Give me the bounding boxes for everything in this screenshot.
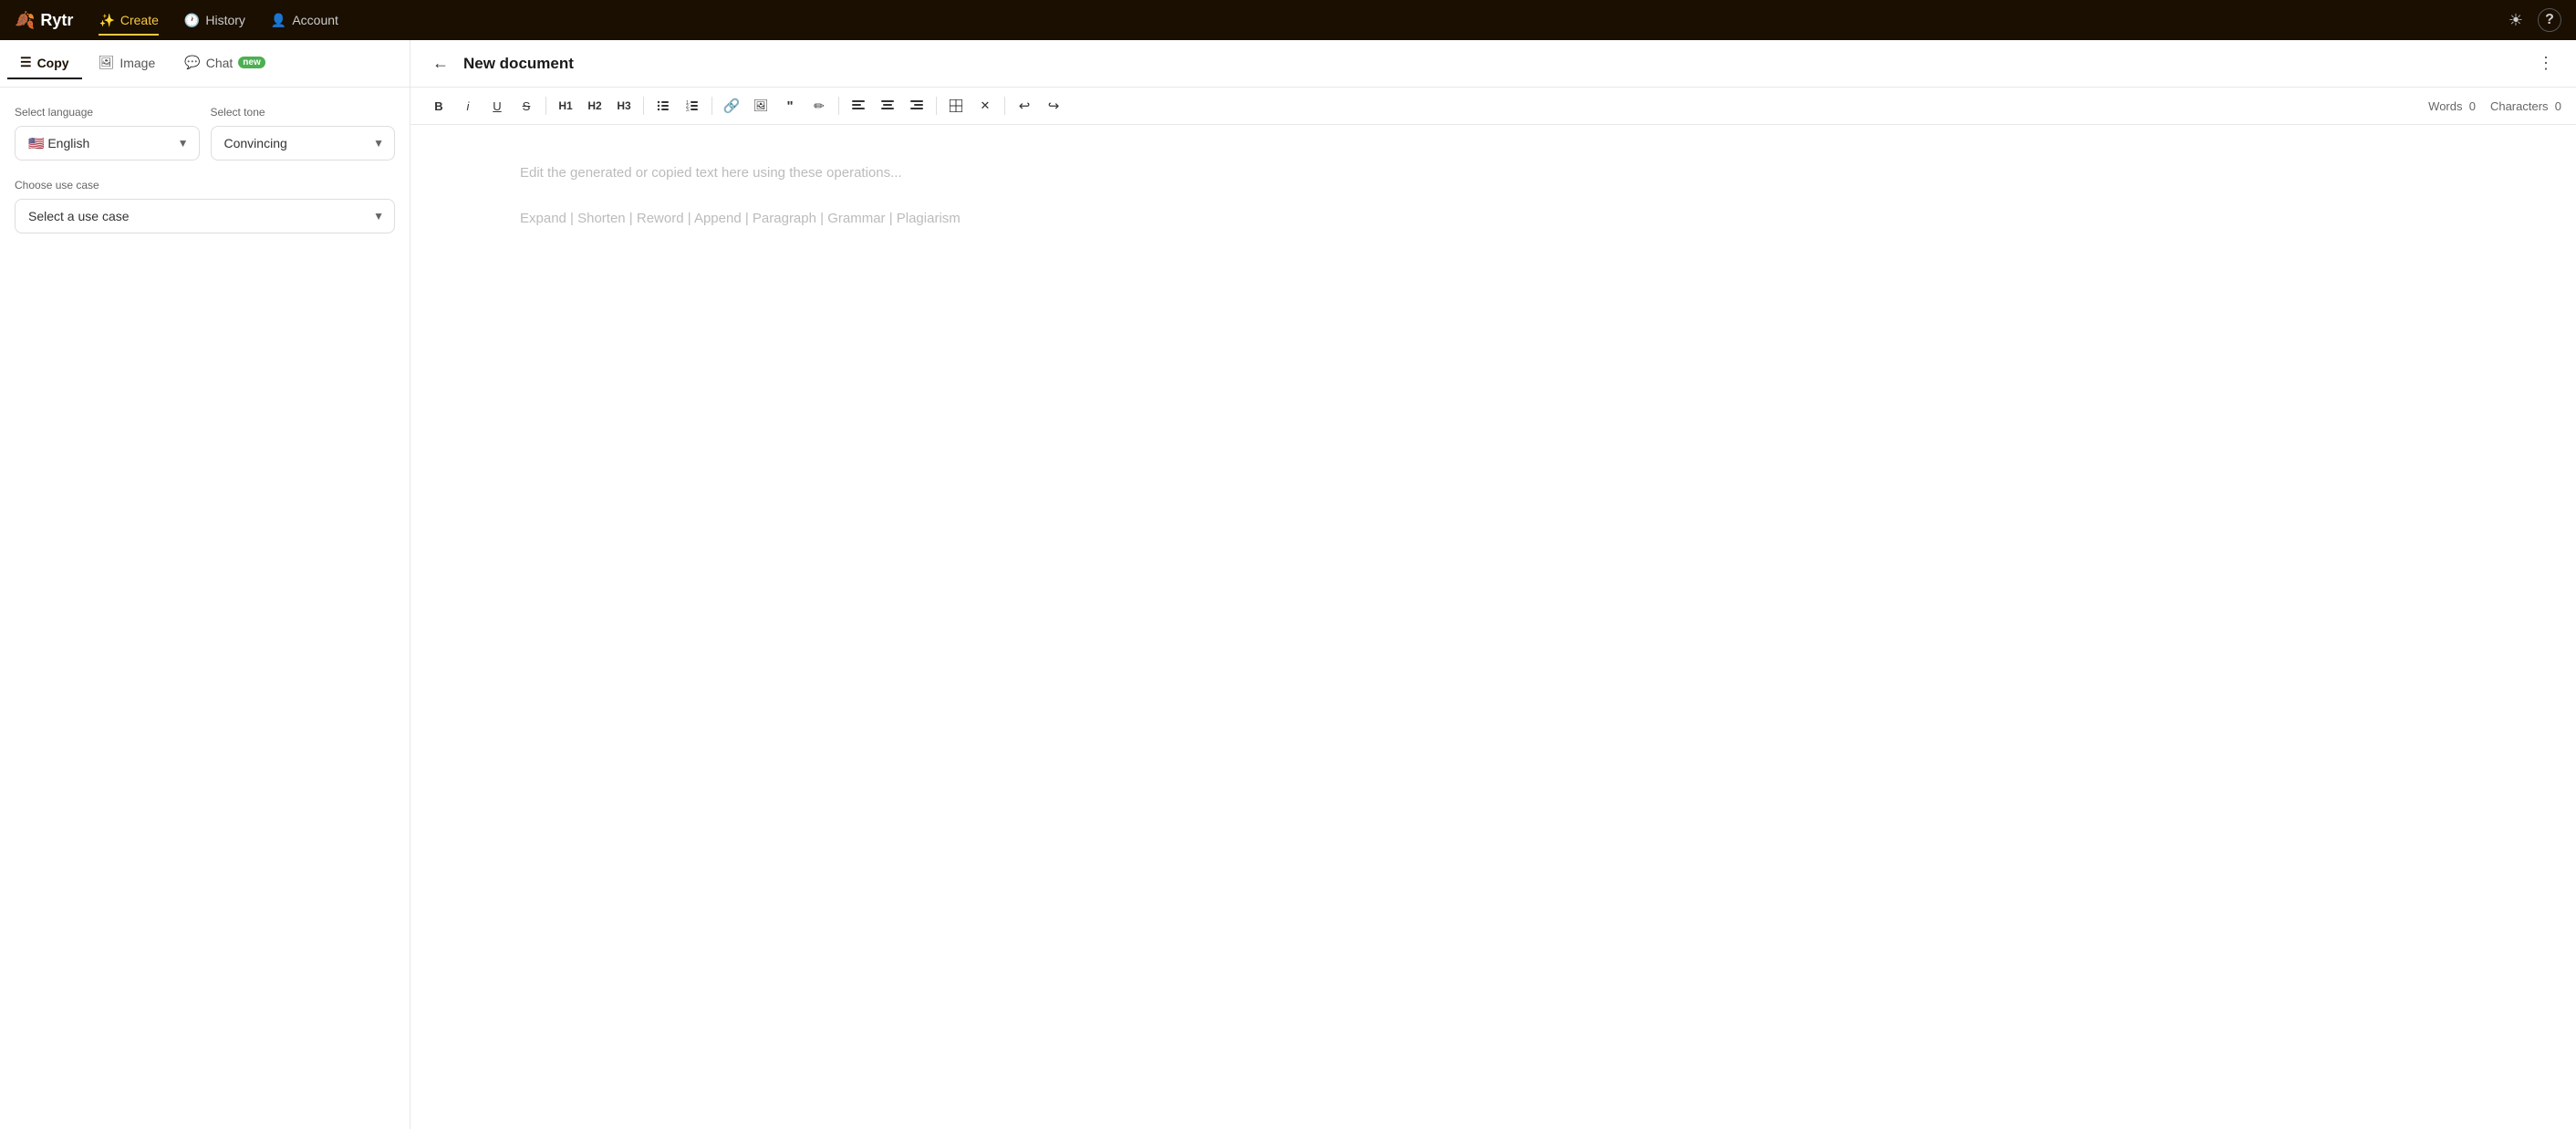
sidebar-tabs: ☰ Copy 🖼 Image 💬 Chat new [0,40,410,88]
table-button[interactable] [942,93,970,119]
link-button[interactable]: 🔗 [718,93,745,119]
nav-account-label: Account [292,13,338,27]
tone-group: Select tone Convincing ▼ [211,106,396,161]
h2-button[interactable]: H2 [581,93,608,119]
words-label: Words [2428,99,2462,113]
nav-create-label: Create [120,13,159,27]
align-left-button[interactable] [845,93,872,119]
tone-select-wrapper: Convincing ▼ [211,126,396,161]
history-icon: 🕐 [184,13,200,28]
undo-button[interactable]: ↩ [1011,93,1038,119]
brand-logo[interactable]: 🍂 Rytr [15,11,73,30]
ordered-list-button[interactable]: 1.2.3. [679,93,706,119]
italic-button[interactable]: i [454,93,482,119]
align-right-button[interactable] [903,93,930,119]
h1-button[interactable]: H1 [552,93,579,119]
use-case-label: Choose use case [15,179,395,192]
use-case-select-wrapper: Select a use case ▼ [15,199,395,233]
redo-button[interactable]: ↪ [1040,93,1067,119]
tone-select[interactable]: Convincing [211,126,396,161]
svg-text:3.: 3. [686,108,690,112]
sidebar: ☰ Copy 🖼 Image 💬 Chat new Select languag… [0,40,410,1129]
main-layout: ☰ Copy 🖼 Image 💬 Chat new Select languag… [0,40,2576,1129]
help-button[interactable]: ? [2538,8,2561,32]
editor-header: ← New document ⋮ [410,40,2576,88]
nav-history[interactable]: 🕐 History [173,7,256,34]
create-icon: ✨ [99,13,114,28]
tab-image-label: Image [119,56,155,70]
topnav-right: ☀ ? [2505,7,2561,34]
toolbar-sep-5 [936,97,937,115]
copy-tab-icon: ☰ [20,55,32,70]
language-group: Select language 🇺🇸 English ▼ [15,106,200,161]
bold-button[interactable]: B [425,93,452,119]
image-tab-icon: 🖼 [99,55,115,70]
clear-format-button[interactable]: ✕ [971,93,999,119]
editor-placeholder-main: Edit the generated or copied text here u… [520,161,2467,185]
toolbar-sep-4 [838,97,839,115]
editor-body[interactable]: Edit the generated or copied text here u… [410,125,2576,1129]
editor-area: ← New document ⋮ B i U S H1 H2 H3 1.2.3.… [410,40,2576,1129]
editor-toolbar: B i U S H1 H2 H3 1.2.3. 🔗 🖼 " ✏ [410,88,2576,125]
nav-history-label: History [205,13,245,27]
toolbar-stats: Words 0 Characters 0 [2428,99,2561,113]
brand-name: Rytr [40,11,73,30]
chars-stat: Characters 0 [2490,99,2561,113]
bullet-list-button[interactable] [649,93,677,119]
back-icon: ← [432,54,449,73]
chars-label: Characters [2490,99,2549,113]
underline-button[interactable]: U [483,93,511,119]
nav-account[interactable]: 👤 Account [260,7,349,34]
tab-copy-label: Copy [37,56,69,70]
quote-button[interactable]: " [776,93,804,119]
highlight-button[interactable]: ✏ [805,93,833,119]
more-options-button[interactable]: ⋮ [2534,50,2558,77]
tab-image[interactable]: 🖼 Image [86,47,169,79]
use-case-select[interactable]: Select a use case [15,199,395,233]
toolbar-sep-1 [545,97,546,115]
language-select[interactable]: 🇺🇸 English [15,126,200,161]
account-icon: 👤 [271,13,286,28]
document-title: New document [463,55,2523,73]
words-value: 0 [2469,99,2476,113]
image-button[interactable]: 🖼 [747,93,774,119]
chat-badge: new [238,57,265,68]
back-button[interactable]: ← [429,50,452,77]
theme-toggle-button[interactable]: ☀ [2505,7,2527,34]
editor-placeholder-ops: Expand | Shorten | Reword | Append | Par… [520,207,2467,231]
use-case-group: Choose use case Select a use case ▼ [15,179,395,233]
nav-create[interactable]: ✨ Create [88,7,169,34]
toolbar-sep-6 [1004,97,1005,115]
brand-icon: 🍂 [15,11,35,30]
sidebar-content: Select language 🇺🇸 English ▼ Select tone… [0,88,410,1129]
language-tone-row: Select language 🇺🇸 English ▼ Select tone… [15,106,395,161]
toolbar-sep-2 [643,97,644,115]
top-navigation: 🍂 Rytr ✨ Create 🕐 History 👤 Account ☀ ? [0,0,2576,40]
h3-button[interactable]: H3 [610,93,638,119]
language-select-wrapper: 🇺🇸 English ▼ [15,126,200,161]
tab-chat[interactable]: 💬 Chat new [171,47,277,79]
tab-copy[interactable]: ☰ Copy [7,47,82,79]
tab-chat-label: Chat [206,56,234,70]
words-stat: Words 0 [2428,99,2476,113]
strikethrough-button[interactable]: S [513,93,540,119]
align-center-button[interactable] [874,93,901,119]
tone-label: Select tone [211,106,396,119]
chars-value: 0 [2555,99,2561,113]
language-label: Select language [15,106,200,119]
chat-tab-icon: 💬 [184,55,200,70]
